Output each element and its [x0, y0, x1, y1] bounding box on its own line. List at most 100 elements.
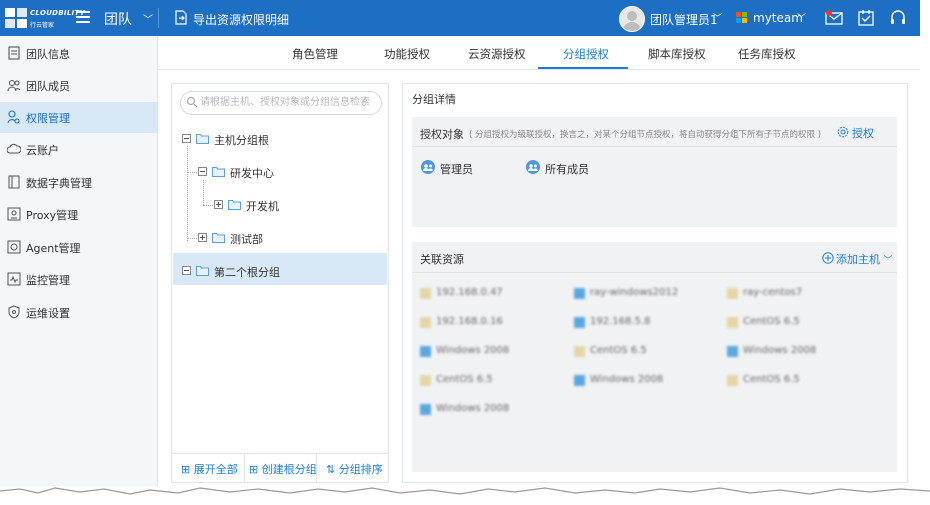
- collapse-toggle[interactable]: [182, 134, 191, 143]
- mail-icon[interactable]: [825, 9, 843, 27]
- export-icon[interactable]: [174, 10, 188, 25]
- tree-footer: ⊞ 展开全部 ⊞ 创建根分组 ⇅ 分组排序: [172, 453, 388, 483]
- tab-script-auth[interactable]: 脚本库授权: [648, 46, 706, 62]
- expand-toggle[interactable]: [198, 233, 207, 242]
- task-check-icon[interactable]: [857, 9, 875, 27]
- windows-host-icon: [420, 404, 431, 415]
- section-switcher[interactable]: 团队: [104, 9, 132, 29]
- tree-line: [187, 146, 188, 241]
- expand-all-button[interactable]: ⊞ 展开全部: [181, 461, 238, 477]
- ops-settings-icon: [8, 305, 20, 319]
- chevron-down-icon: ﹀: [883, 256, 893, 266]
- sort-icon: ⇅: [326, 463, 336, 476]
- tab-bar: 角色管理 功能授权 云资源授权 分组授权 脚本库授权 任务库授权: [158, 36, 920, 70]
- sidebar-item-team-info[interactable]: 团队信息: [0, 38, 157, 69]
- chevron-down-icon[interactable]: ﹀: [713, 11, 722, 24]
- sidebar-item-label: 数据字典管理: [26, 177, 92, 190]
- windows-host-icon: [574, 317, 585, 328]
- torn-edge-decoration: [0, 487, 930, 505]
- dictionary-icon: [8, 175, 20, 189]
- sidebar-item-proxy[interactable]: Proxy管理: [0, 199, 157, 230]
- windows-host-icon: [574, 375, 585, 386]
- create-root-group-button[interactable]: ⊞ 创建根分组: [249, 461, 317, 477]
- sidebar-item-label: 权限管理: [26, 112, 70, 125]
- sort-groups-button[interactable]: ⇅ 分组排序: [326, 461, 383, 477]
- tab-roles[interactable]: 角色管理: [292, 46, 338, 62]
- section-header: 关联资源 添加主机 ﹀: [412, 242, 897, 273]
- section-title: 关联资源: [420, 253, 464, 266]
- resource-label: Windows 2008: [436, 403, 510, 414]
- tree-node-second-root[interactable]: 第二个根分组: [182, 263, 372, 281]
- chevron-down-icon[interactable]: ﹀: [143, 11, 153, 26]
- collapse-toggle[interactable]: [182, 266, 191, 275]
- proxy-icon: [7, 207, 21, 221]
- related-resources-section: 关联资源 添加主机 ﹀ 192.168.0.47 ray-windows2012…: [412, 242, 897, 472]
- resource-label: Windows 2008: [743, 345, 817, 356]
- section-header: 授权对象 ( 分组授权为级联授权，换言之，对某个分组节点授权，将自动获得分组下所…: [412, 117, 897, 147]
- tree-node-label: 测试部: [230, 233, 263, 246]
- authorize-button[interactable]: 授权: [837, 125, 874, 141]
- linux-host-icon: [420, 375, 431, 386]
- top-bar: CLOUDBILITY 行云管家 团队 ﹀ 导出资源权限明细 团队管理员1 ﹀ …: [0, 0, 920, 36]
- tree-node-label: 主机分组根: [214, 134, 269, 147]
- resource-label: Windows 2008: [590, 374, 664, 385]
- resource-label: 192.168.5.8: [590, 316, 651, 327]
- team-logo-icon: [736, 12, 748, 24]
- tab-function-auth[interactable]: 功能授权: [384, 46, 430, 62]
- windows-host-icon: [420, 346, 431, 357]
- linux-host-icon: [574, 346, 585, 357]
- create-root-label: 创建根分组: [261, 463, 317, 476]
- team-info-icon: [8, 46, 20, 60]
- tab-task-auth[interactable]: 任务库授权: [738, 46, 796, 62]
- tree-node-label: 研发中心: [230, 167, 274, 180]
- headset-icon[interactable]: [889, 9, 907, 27]
- folder-icon: [196, 134, 209, 144]
- user-group-icon: [421, 160, 435, 174]
- sidebar-item-permissions[interactable]: 权限管理: [0, 102, 157, 133]
- expand-toggle[interactable]: [214, 200, 223, 209]
- resource-label: CentOS 6.5: [436, 374, 493, 385]
- team-switcher[interactable]: myteam: [753, 11, 803, 25]
- tree-node-rd-center[interactable]: 研发中心: [198, 164, 368, 182]
- sidebar-item-dictionary[interactable]: 数据字典管理: [0, 167, 157, 198]
- sidebar-item-agent[interactable]: Agent管理: [0, 232, 157, 263]
- logo-subtext: 行云管家: [30, 22, 55, 29]
- section-title: 授权对象: [420, 128, 464, 141]
- chevron-down-icon[interactable]: ﹀: [797, 11, 806, 24]
- sidebar-item-monitor[interactable]: 监控管理: [0, 264, 157, 295]
- tree-search[interactable]: [180, 91, 382, 115]
- sidebar-item-label: 运维设置: [26, 307, 70, 320]
- search-input[interactable]: [200, 94, 375, 110]
- active-tab-indicator: [538, 67, 628, 69]
- sidebar-item-label: 团队信息: [26, 48, 70, 61]
- sidebar-item-ops-settings[interactable]: 运维设置: [0, 297, 157, 328]
- sidebar-item-team-members[interactable]: 团队成员: [0, 70, 157, 101]
- tree-node-host-root[interactable]: 主机分组根: [182, 131, 372, 149]
- tab-cloud-resource-auth[interactable]: 云资源授权: [468, 46, 526, 62]
- sidebar-item-label: Agent管理: [26, 242, 81, 255]
- sidebar-item-label: Proxy管理: [26, 209, 79, 222]
- tab-group-auth[interactable]: 分组授权: [563, 46, 609, 62]
- add-circle-icon: [822, 252, 834, 264]
- collapse-toggle[interactable]: [198, 167, 207, 176]
- tree-node-test-dept[interactable]: 测试部: [198, 230, 368, 248]
- tree-node-label: 开发机: [246, 200, 279, 213]
- tree-node-label: 第二个根分组: [214, 266, 280, 279]
- cloudbility-logo: [5, 8, 27, 28]
- sort-label: 分组排序: [338, 463, 383, 476]
- tree-node-dev-machine[interactable]: 开发机: [214, 197, 364, 215]
- resource-label: CentOS 6.5: [743, 374, 800, 385]
- sidebar-item-cloud-account[interactable]: 云账户: [0, 134, 157, 165]
- linux-host-icon: [727, 375, 738, 386]
- authorized-objects-section: 授权对象 ( 分组授权为级联授权，换言之，对某个分组节点授权，将自动获得分组下所…: [412, 117, 897, 227]
- add-host-button[interactable]: 添加主机 ﹀: [822, 251, 893, 267]
- export-permissions-link[interactable]: 导出资源权限明细: [193, 11, 289, 28]
- user-menu[interactable]: 团队管理员1: [650, 11, 718, 28]
- menu-icon[interactable]: [76, 11, 90, 23]
- avatar[interactable]: [619, 6, 645, 32]
- resource-label: 192.168.0.16: [436, 316, 503, 327]
- search-icon: [186, 96, 198, 108]
- linux-host-icon: [727, 317, 738, 328]
- sidebar-item-label: 云账户: [26, 144, 59, 157]
- sidebar-item-label: 监控管理: [26, 274, 70, 287]
